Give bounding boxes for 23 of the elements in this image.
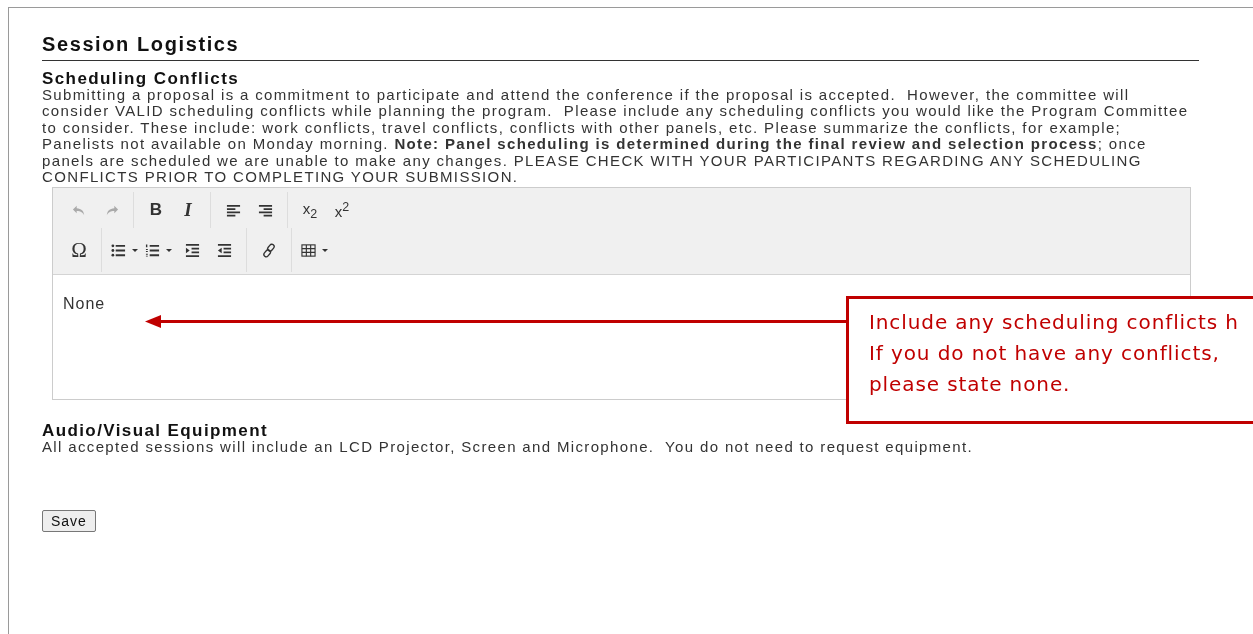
section-heading: Audio/Visual Equipment	[42, 422, 269, 440]
superscript-button[interactable]: x$^{2}$	[329, 197, 355, 224]
indent-icon	[184, 242, 200, 258]
section-heading: Scheduling Conflicts	[42, 70, 241, 87]
callout-line: If you do not have any conflicts,	[869, 340, 1221, 367]
section-title: Session Logistics	[42, 33, 1199, 61]
align-left-icon	[225, 202, 241, 218]
bullet-list-icon	[111, 242, 126, 258]
callout-line: Include any scheduling conflicts h	[869, 309, 1240, 336]
editor-text: None	[63, 295, 106, 313]
save-button[interactable]: Save	[42, 509, 96, 532]
callout-line: please state none.	[869, 371, 1072, 398]
italic-button[interactable]: I	[175, 197, 201, 224]
subscript-button[interactable]: x$_{2}$	[297, 197, 323, 224]
equipment-note: All accepted sessions will include an LCD Projector, Screen and Microphone. You do not need to request equipment.	[42, 439, 975, 456]
link-icon	[261, 242, 277, 258]
numbered-list-icon	[145, 242, 160, 258]
align-right-icon	[257, 202, 273, 218]
instructions-paragraph: Submitting a proposal is a commitment to participate and attend the conference if the proposal is accepted. However, the committee will consider VALID scheduling conflicts while planning the program. Please include any scheduling conflicts you would like the Program Committee to consider. These include: work conflicts, travel conflicts, conflicts with other panels, etc. Please summarize the conflicts, for example; Panelists not available on Monday morning. Note: Panel scheduling is determined during the final review and selection process; once panels are scheduled we are unable to make any changes. PLEASE CHECK WITH YOUR PARTICIPANTS REGARDING ANY SCHEDULING CONFLICTS PRIOR TO COMPLETING YOUR SUBMISSION.	[42, 87, 1190, 186]
bold-button[interactable]: B	[143, 197, 169, 224]
symbol-button[interactable]: Ω	[66, 237, 92, 264]
outdent-icon	[216, 242, 232, 258]
table-icon	[301, 242, 316, 258]
